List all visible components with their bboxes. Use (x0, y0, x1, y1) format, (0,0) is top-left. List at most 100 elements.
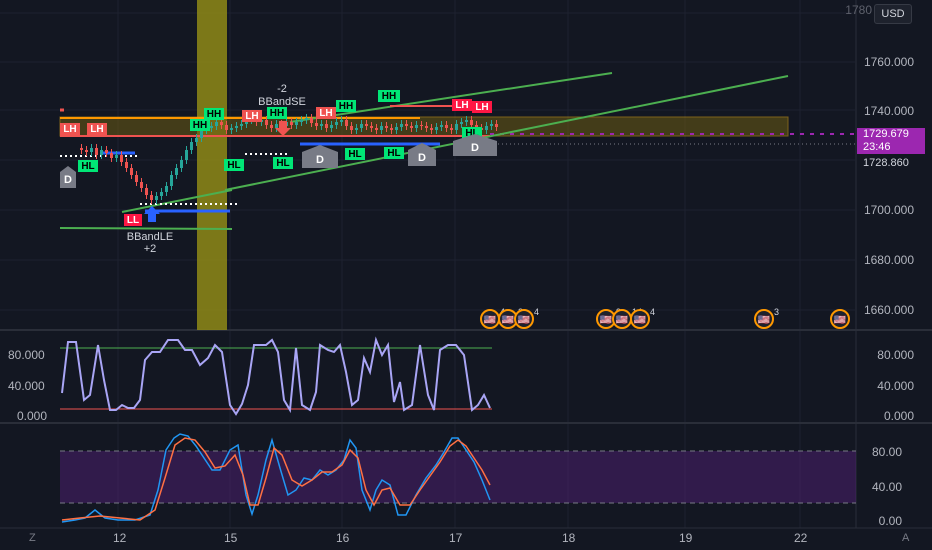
svg-text:3: 3 (774, 307, 779, 317)
candle (195, 138, 198, 142)
candle (350, 126, 353, 130)
svg-text:LH: LH (455, 100, 468, 111)
candle (330, 125, 333, 128)
stoch-rsi-pane[interactable] (60, 433, 856, 523)
time-label-19: 19 (679, 531, 693, 545)
candle (110, 153, 113, 158)
svg-text:HH: HH (193, 120, 207, 131)
label-hl-2: HL (224, 159, 244, 171)
candle (365, 124, 368, 126)
svg-text:🇺🇸: 🇺🇸 (834, 314, 847, 326)
candle (425, 126, 428, 128)
candle (455, 124, 458, 130)
svg-text:LH: LH (90, 124, 103, 135)
candle (295, 122, 298, 125)
currency-button[interactable]: USD (874, 4, 912, 24)
candle (215, 122, 218, 126)
svg-text:LH: LH (245, 111, 258, 122)
time-label-15: 15 (224, 531, 238, 545)
auto-scale-toggle[interactable]: A (902, 532, 909, 544)
svg-text:HH: HH (382, 91, 396, 102)
candle (465, 120, 468, 122)
resistance-zone[interactable] (59, 116, 789, 137)
osc1-label-40: 40.000 (877, 379, 914, 393)
label-ll: LL (124, 214, 142, 226)
time-label-16: 16 (336, 531, 350, 545)
price-label-1660: 1660.000 (863, 303, 914, 317)
osc1-left-80: 80.000 (8, 348, 45, 362)
label-lh-1: LH (60, 123, 80, 135)
candle (100, 150, 103, 155)
bbandle-qty: +2 (144, 243, 157, 255)
chart-canvas[interactable]: LH LH HL LL HH HH HL LH HH HL LH HH HL H… (0, 0, 932, 550)
svg-text:4: 4 (650, 307, 655, 317)
candle (240, 124, 243, 126)
highlight-session-band (197, 0, 227, 330)
svg-text:HH: HH (207, 109, 221, 120)
svg-text:HL: HL (276, 158, 289, 169)
time-label-17: 17 (449, 531, 463, 545)
bbandse-qty: -2 (277, 83, 287, 95)
candle (225, 125, 228, 130)
time-label-18: 18 (562, 531, 576, 545)
label-hl-4: HL (345, 148, 365, 160)
candle (305, 118, 308, 120)
candle (430, 128, 433, 130)
candle (380, 126, 383, 130)
timezone-toggle[interactable]: Z (29, 532, 36, 544)
candle (170, 175, 173, 186)
svg-text:🇺🇸: 🇺🇸 (758, 314, 771, 326)
svg-text:LH: LH (319, 108, 332, 119)
svg-text:🇺🇸: 🇺🇸 (616, 314, 629, 326)
candle (165, 186, 168, 192)
candle (155, 196, 158, 200)
candle (370, 126, 373, 128)
svg-text:HH: HH (339, 101, 353, 112)
candle (135, 175, 138, 182)
svg-text:🇺🇸: 🇺🇸 (634, 314, 647, 326)
label-lh-5: LH (452, 99, 472, 111)
svg-text:🇺🇸: 🇺🇸 (518, 314, 531, 326)
label-hl-1: HL (78, 160, 98, 172)
svg-text:HL: HL (227, 160, 240, 171)
event-flag[interactable]: 🇺🇸 (830, 309, 850, 329)
label-hh-1: HH (190, 119, 210, 131)
candle (210, 126, 213, 128)
d-tag-4: D (453, 134, 497, 156)
candle (445, 125, 448, 128)
candle (125, 162, 128, 168)
candle (355, 128, 358, 130)
osc2-label-80: 80.00 (871, 445, 902, 459)
label-hh-4: HH (336, 100, 356, 112)
candle (115, 155, 118, 158)
candle (265, 120, 268, 125)
bbandse-label: BBandSE (258, 96, 306, 108)
price-label-1760: 1760.000 (863, 55, 914, 69)
svg-text:LL: LL (127, 215, 139, 226)
candle (290, 122, 293, 125)
candle (320, 124, 323, 126)
candle (360, 124, 363, 128)
d-tag-2: D (302, 145, 338, 168)
candle (120, 155, 123, 162)
label-hl-3: HL (273, 157, 293, 169)
label-hh-2: HH (204, 108, 224, 120)
time-label-22: 22 (794, 531, 808, 545)
price-label-1700: 1700.000 (863, 203, 914, 217)
upper-trendline[interactable] (289, 72, 613, 123)
stochastic-pane[interactable] (60, 336, 492, 416)
last-price-tag: 1728.860 (857, 156, 925, 170)
candle (275, 124, 278, 128)
osc1-left-0: 0.000 (17, 409, 48, 423)
candle (80, 148, 83, 150)
candle (90, 148, 93, 152)
d-tag-3: D (408, 143, 436, 166)
osc2-label-40: 40.00 (871, 480, 902, 494)
price-label-1740: 1740.000 (863, 104, 914, 118)
candle (340, 120, 343, 122)
candle (450, 128, 453, 130)
candle (490, 124, 493, 126)
candle (410, 126, 413, 128)
candle (95, 148, 98, 155)
label-lh-2: LH (87, 123, 107, 135)
